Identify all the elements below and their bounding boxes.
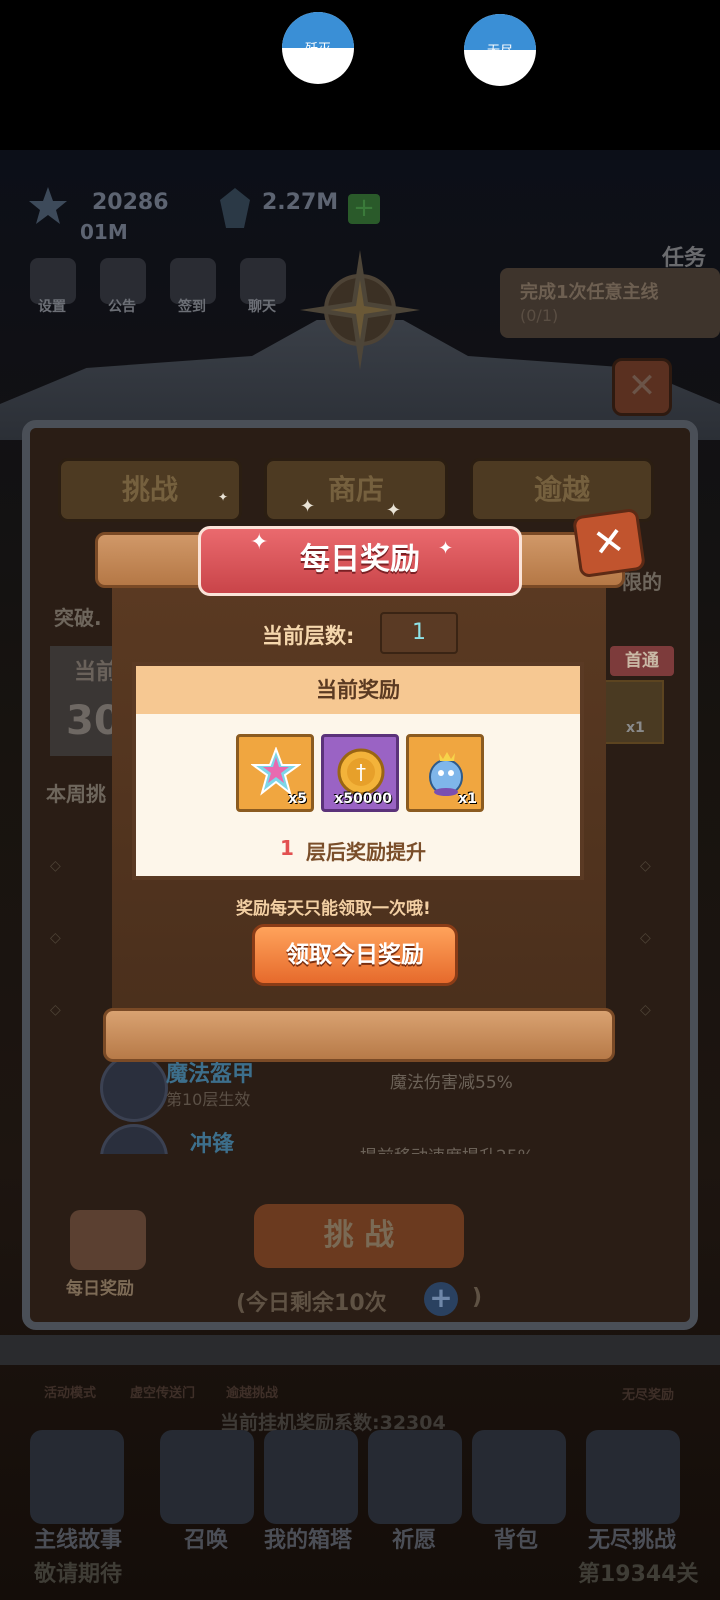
settings-label: 设置 bbox=[38, 299, 66, 315]
nav-bag[interactable] bbox=[472, 1430, 566, 1524]
row-divider-icon: ◇ bbox=[50, 858, 61, 874]
nav-endless-sub: 第19344关 bbox=[578, 1562, 699, 1587]
first-clear-badge: 首通 bbox=[610, 646, 674, 676]
svg-text:†: † bbox=[356, 760, 366, 784]
row-divider-icon: ◇ bbox=[50, 1002, 61, 1018]
weekly-label: 本周挑 bbox=[46, 782, 106, 806]
nav-story-sub: 敬请期待 bbox=[34, 1562, 123, 1587]
sparkle-icon: ✦ bbox=[386, 500, 402, 521]
row-divider-icon: ◇ bbox=[50, 930, 61, 946]
nav-endless-label: 无尽挑战 bbox=[587, 1528, 676, 1553]
mini-label: 逾越挑战 bbox=[226, 1386, 279, 1401]
sparkle-icon: ✦ bbox=[218, 490, 229, 504]
crystal-count: 2.27M bbox=[262, 190, 339, 215]
daily-chest-icon[interactable] bbox=[70, 1210, 146, 1270]
claim-daily-reward-button[interactable]: 领取今日奖励 bbox=[252, 924, 458, 986]
armor-icon bbox=[100, 1054, 168, 1122]
tab-challenge[interactable]: 挑战 bbox=[58, 458, 242, 522]
row-divider-icon: ◇ bbox=[640, 858, 651, 874]
popup-close-button[interactable]: ✕ bbox=[572, 507, 646, 579]
sparkle-icon: ✦ bbox=[300, 496, 316, 517]
list-item-sub: 第10层生效 bbox=[166, 1090, 251, 1109]
star-resource-icon bbox=[28, 186, 68, 226]
item-count: x1 bbox=[458, 791, 477, 807]
remaining-close: ) bbox=[472, 1285, 483, 1310]
list-item-desc: 魔法伤害减55% bbox=[390, 1073, 513, 1093]
list-item: 冲锋 提前移动速度提升25% bbox=[100, 1124, 660, 1154]
reward-item-star[interactable]: x5 bbox=[236, 734, 314, 812]
nav-wish-label: 祈愿 bbox=[391, 1528, 436, 1553]
nav-endless[interactable] bbox=[586, 1430, 680, 1524]
reward-item-coin[interactable]: † x50000 bbox=[321, 734, 399, 812]
current-floor-label: 当前层数: bbox=[262, 624, 355, 648]
list-item: 魔法盔甲 第10层生效 魔法伤害减55% bbox=[100, 1054, 660, 1122]
item-count: x50000 bbox=[334, 791, 392, 807]
next-floor-text: 层后奖励提升 bbox=[306, 840, 426, 864]
remaining-text: (今日剩余10次 bbox=[236, 1291, 387, 1316]
row-divider-icon: ◇ bbox=[640, 930, 651, 946]
list-item-title: 冲锋 bbox=[190, 1132, 235, 1154]
quest-text: 完成1次任意主线 bbox=[520, 282, 659, 303]
nav-bag-label: 背包 bbox=[493, 1528, 538, 1553]
once-per-day-note: 奖励每天只能领取一次哦! bbox=[236, 899, 431, 919]
quest-progress: (0/1) bbox=[520, 306, 559, 325]
first-clear-count: x1 bbox=[626, 720, 645, 736]
nav-tower-label: 我的箱塔 bbox=[263, 1528, 352, 1553]
daily-reward-shortcut-label: 每日奖励 bbox=[66, 1279, 134, 1299]
mini-label: 虚空传送门 bbox=[130, 1386, 196, 1401]
mini-label: 无尽奖励 bbox=[622, 1388, 675, 1403]
frame-bottom-bar bbox=[0, 1335, 720, 1365]
endless-button[interactable]: 无尽 bbox=[464, 14, 536, 86]
remaining-attempts: (今日剩余10次 bbox=[236, 1285, 387, 1317]
compass-emblem bbox=[300, 250, 420, 370]
list-item-desc: 提前移动速度提升25% bbox=[360, 1142, 534, 1154]
annihilate-button[interactable]: 歼灭 bbox=[282, 12, 354, 84]
blue-pet-icon bbox=[421, 747, 471, 797]
add-attempts-button[interactable]: + bbox=[424, 1282, 458, 1316]
reward-item-pet[interactable]: x1 bbox=[406, 734, 484, 812]
frame-close-button[interactable]: ✕ bbox=[612, 358, 672, 416]
endless-label: 无尽 bbox=[486, 44, 513, 59]
current-floor-value: 1 bbox=[380, 612, 458, 654]
popup-title: 每日奖励 bbox=[198, 526, 522, 596]
nav-summon-label: 召唤 bbox=[183, 1528, 228, 1553]
popup-scroll-bottom bbox=[103, 1008, 615, 1062]
nav-wish[interactable] bbox=[368, 1430, 462, 1524]
star-sub-count: 01M bbox=[80, 220, 128, 244]
current-reward-label: 当前奖励 bbox=[136, 666, 580, 714]
gold-coin-icon: † bbox=[336, 747, 386, 797]
signin-label: 签到 bbox=[178, 299, 206, 315]
quest-panel[interactable]: 任务 完成1次任意主线 (0/1) bbox=[500, 246, 720, 338]
nav-summon[interactable] bbox=[160, 1430, 254, 1524]
nav-story-label: 主线故事 bbox=[33, 1528, 122, 1553]
challenge-button[interactable]: 挑 战 bbox=[254, 1204, 464, 1268]
add-crystal-button[interactable]: + bbox=[348, 194, 380, 224]
next-floor-number: 1 bbox=[280, 836, 294, 860]
notice-label: 公告 bbox=[108, 299, 136, 315]
mini-label: 活动模式 bbox=[44, 1386, 97, 1401]
item-count: x5 bbox=[288, 791, 307, 807]
nav-story[interactable] bbox=[30, 1430, 124, 1524]
nav-tower[interactable] bbox=[264, 1430, 358, 1524]
chat-label: 聊天 bbox=[248, 299, 276, 315]
side-text-left: 突破. bbox=[54, 606, 102, 630]
title-sparkle-icon: ✦ bbox=[250, 530, 269, 555]
quest-title: 任务 bbox=[661, 246, 706, 271]
rainbow-star-icon bbox=[249, 746, 303, 797]
title-sparkle-icon: ✦ bbox=[438, 538, 454, 559]
annihilate-label: 歼灭 bbox=[304, 42, 331, 57]
row-divider-icon: ◇ bbox=[640, 1002, 651, 1018]
charge-icon bbox=[100, 1124, 168, 1154]
tab-shop[interactable]: 商店 bbox=[264, 458, 448, 522]
